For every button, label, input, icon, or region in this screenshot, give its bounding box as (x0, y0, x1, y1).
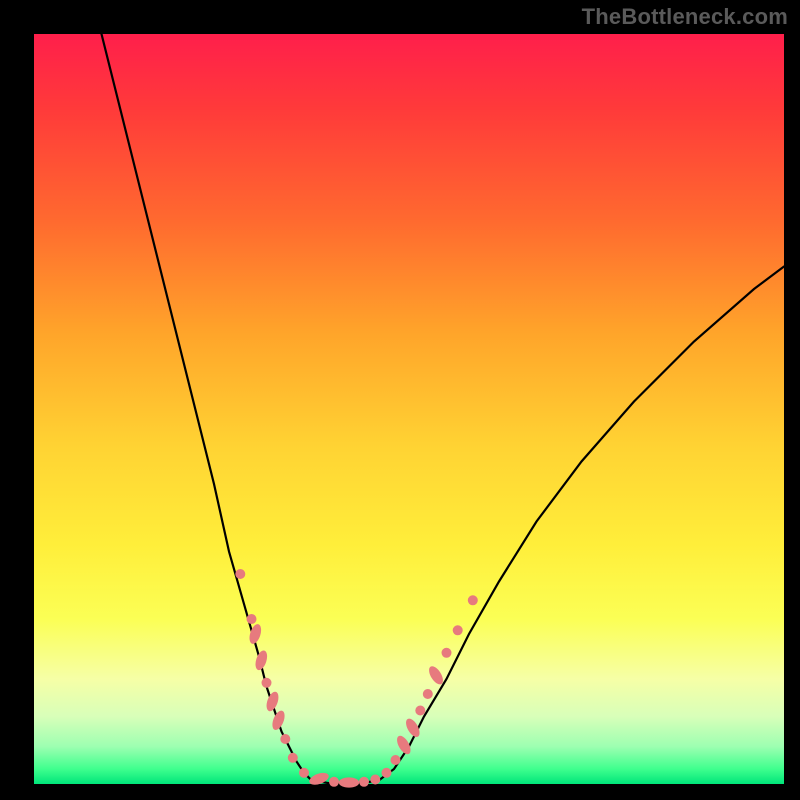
right-curve (379, 267, 784, 781)
plot-area (34, 34, 784, 784)
watermark-text: TheBottleneck.com (582, 4, 788, 30)
marker (415, 706, 425, 716)
marker (270, 709, 287, 732)
marker (308, 771, 331, 788)
marker (253, 649, 269, 672)
marker (423, 689, 433, 699)
series-group (102, 34, 785, 784)
marker (280, 734, 290, 744)
marker (299, 768, 309, 778)
marker (370, 775, 380, 785)
chart-svg (34, 34, 784, 784)
marker (359, 777, 369, 787)
marker (247, 614, 257, 624)
marker (382, 768, 392, 778)
marker (453, 625, 463, 635)
marker (235, 569, 245, 579)
marker (468, 595, 478, 605)
marker (442, 648, 452, 658)
marker (329, 777, 339, 787)
markers-group (235, 569, 477, 788)
marker (339, 777, 359, 787)
marker (262, 678, 272, 688)
marker (391, 755, 401, 765)
left-curve (102, 34, 312, 780)
marker (264, 690, 281, 713)
chart-stage: TheBottleneck.com (0, 0, 800, 800)
marker (288, 753, 298, 763)
